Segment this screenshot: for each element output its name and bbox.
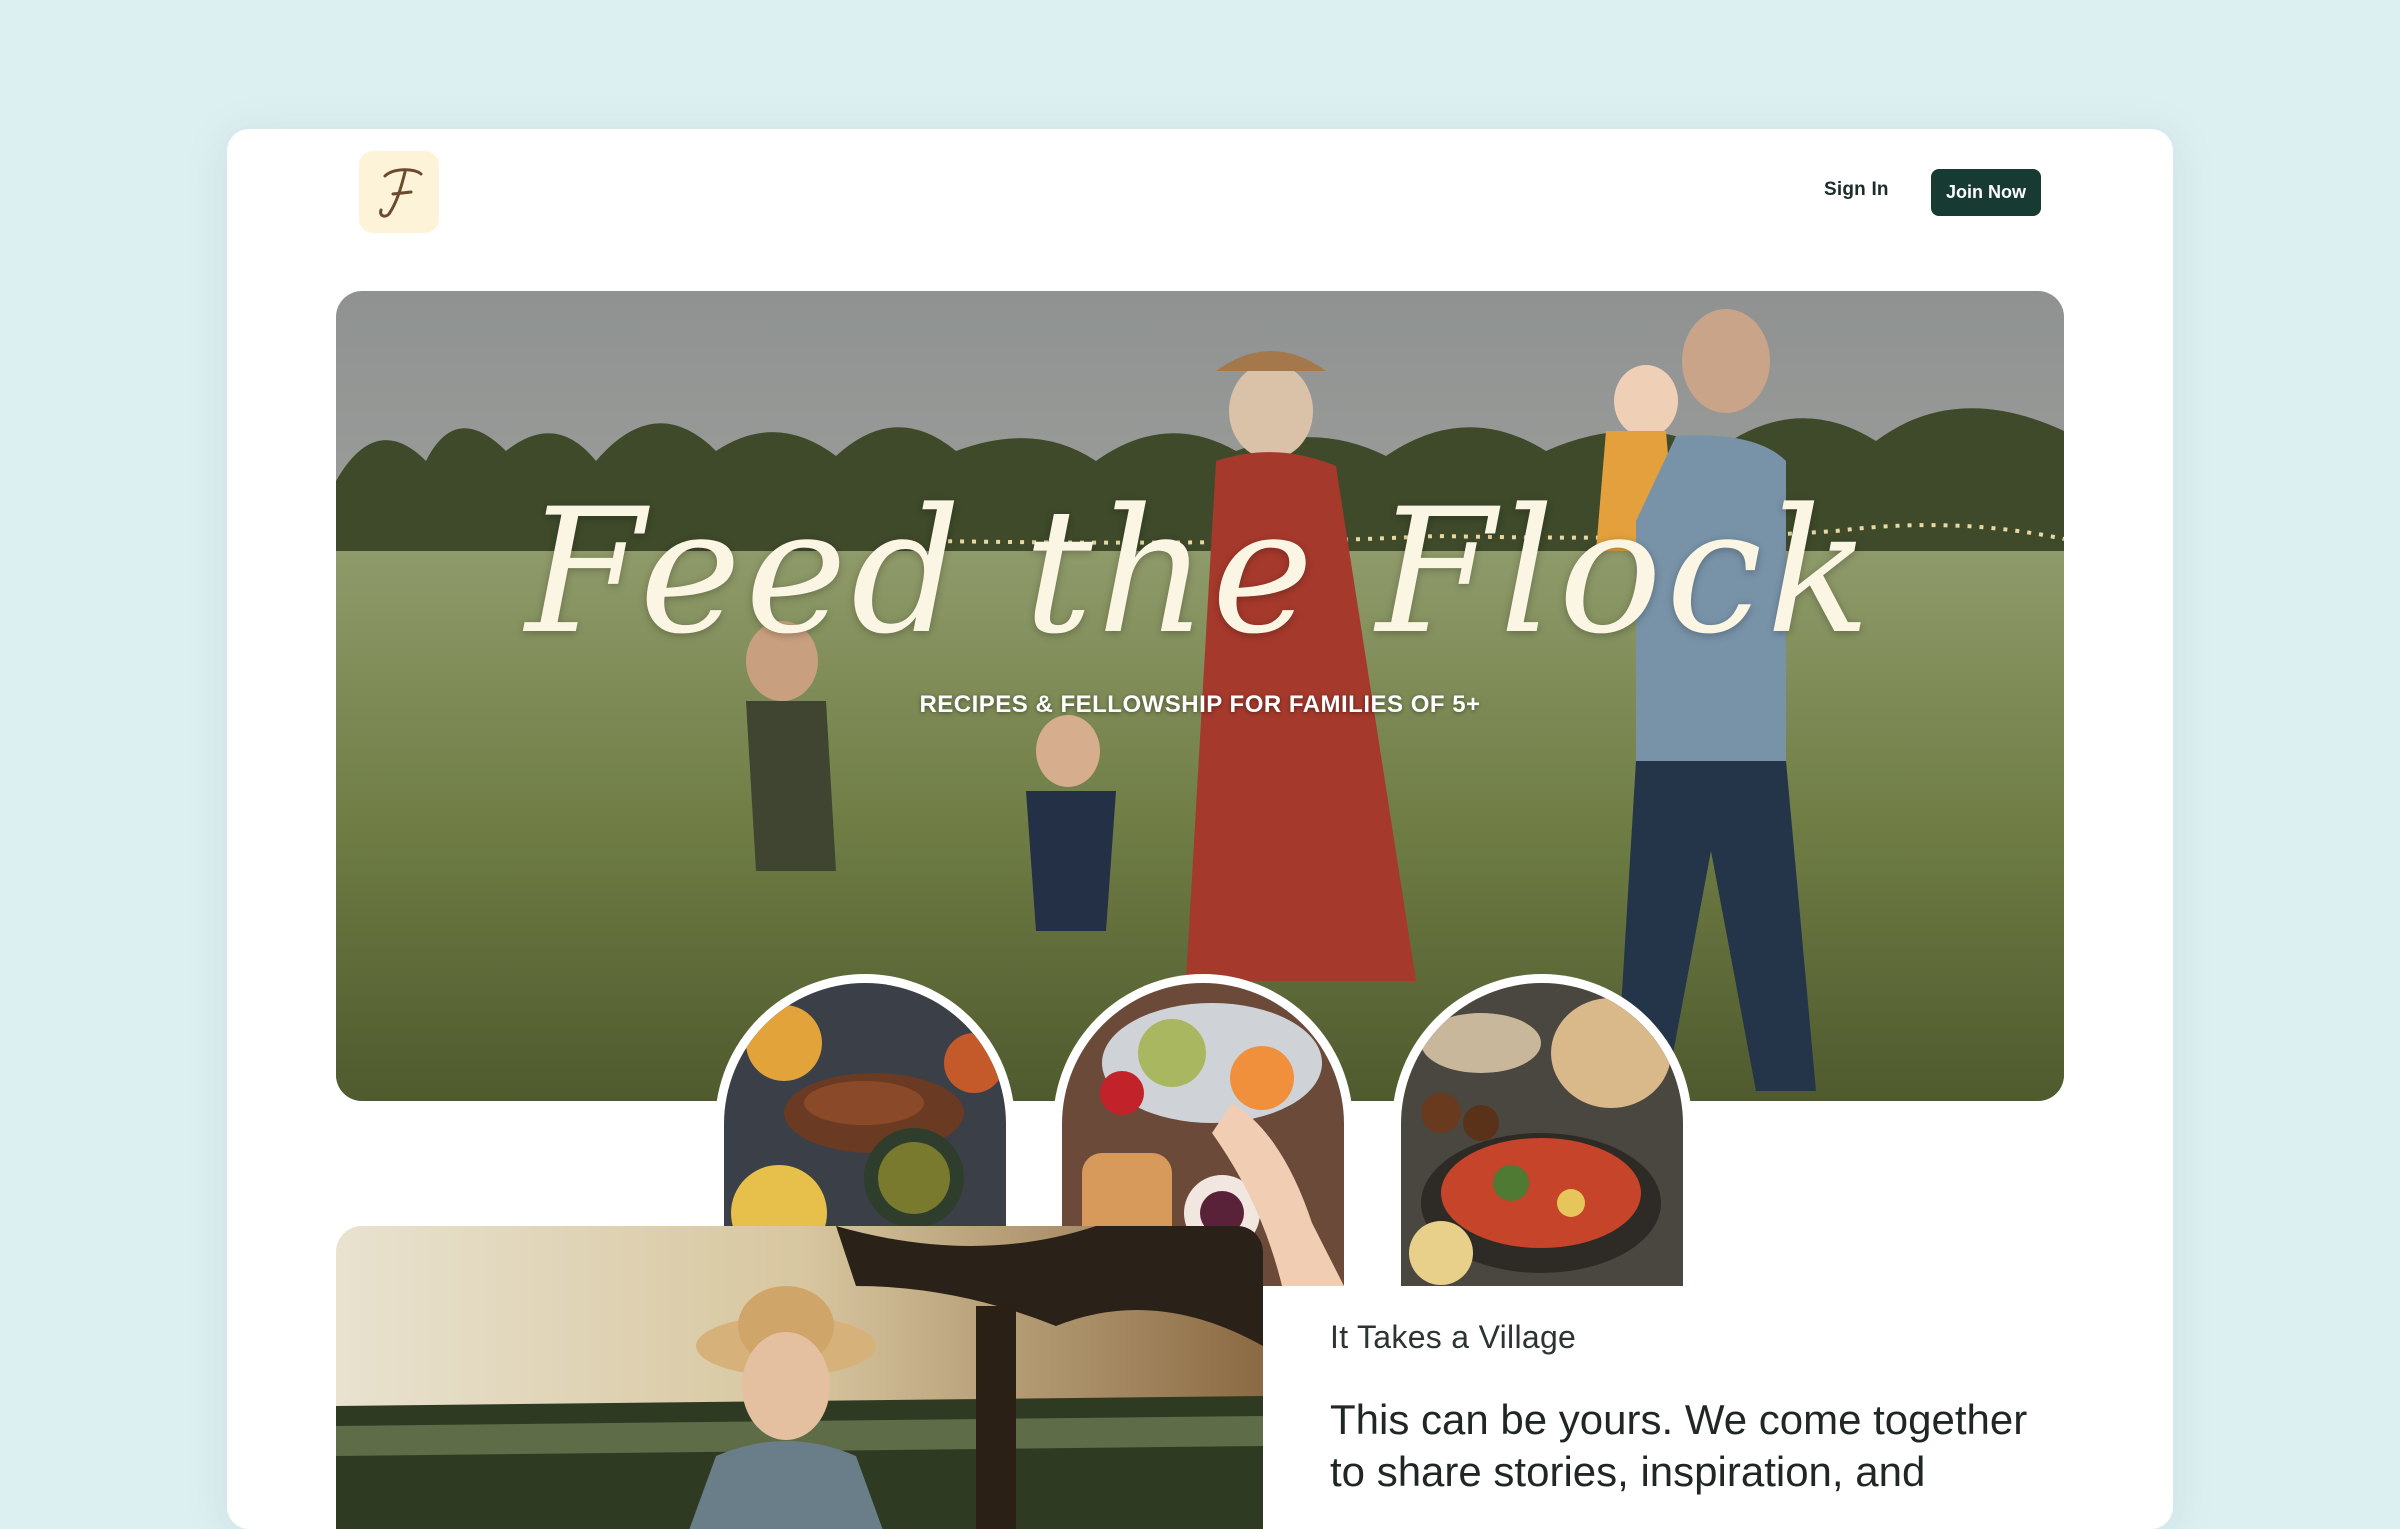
sign-in-link[interactable]: Sign In [1824, 179, 1889, 201]
woman-in-hat-photo [336, 1226, 1263, 1529]
village-photo [336, 1226, 1263, 1529]
join-now-button[interactable]: Join Now [1931, 169, 2041, 216]
logo-f-icon [379, 168, 423, 218]
page-card: Sign In Join Now Feed the Flock RECIPES … [227, 129, 2173, 1529]
logo[interactable] [359, 151, 439, 233]
falafel-plate-image [1401, 983, 1683, 1286]
hero-subtitle: RECIPES & FELLOWSHIP FOR FAMILIES OF 5+ [919, 691, 1481, 718]
food-arch-falafel[interactable] [1392, 974, 1692, 1286]
village-body-text: This can be yours. We come together to s… [1330, 1396, 2028, 1495]
village-kicker: It Takes a Village [1330, 1319, 1577, 1355]
hero-title: Feed the Flock [525, 471, 1875, 672]
